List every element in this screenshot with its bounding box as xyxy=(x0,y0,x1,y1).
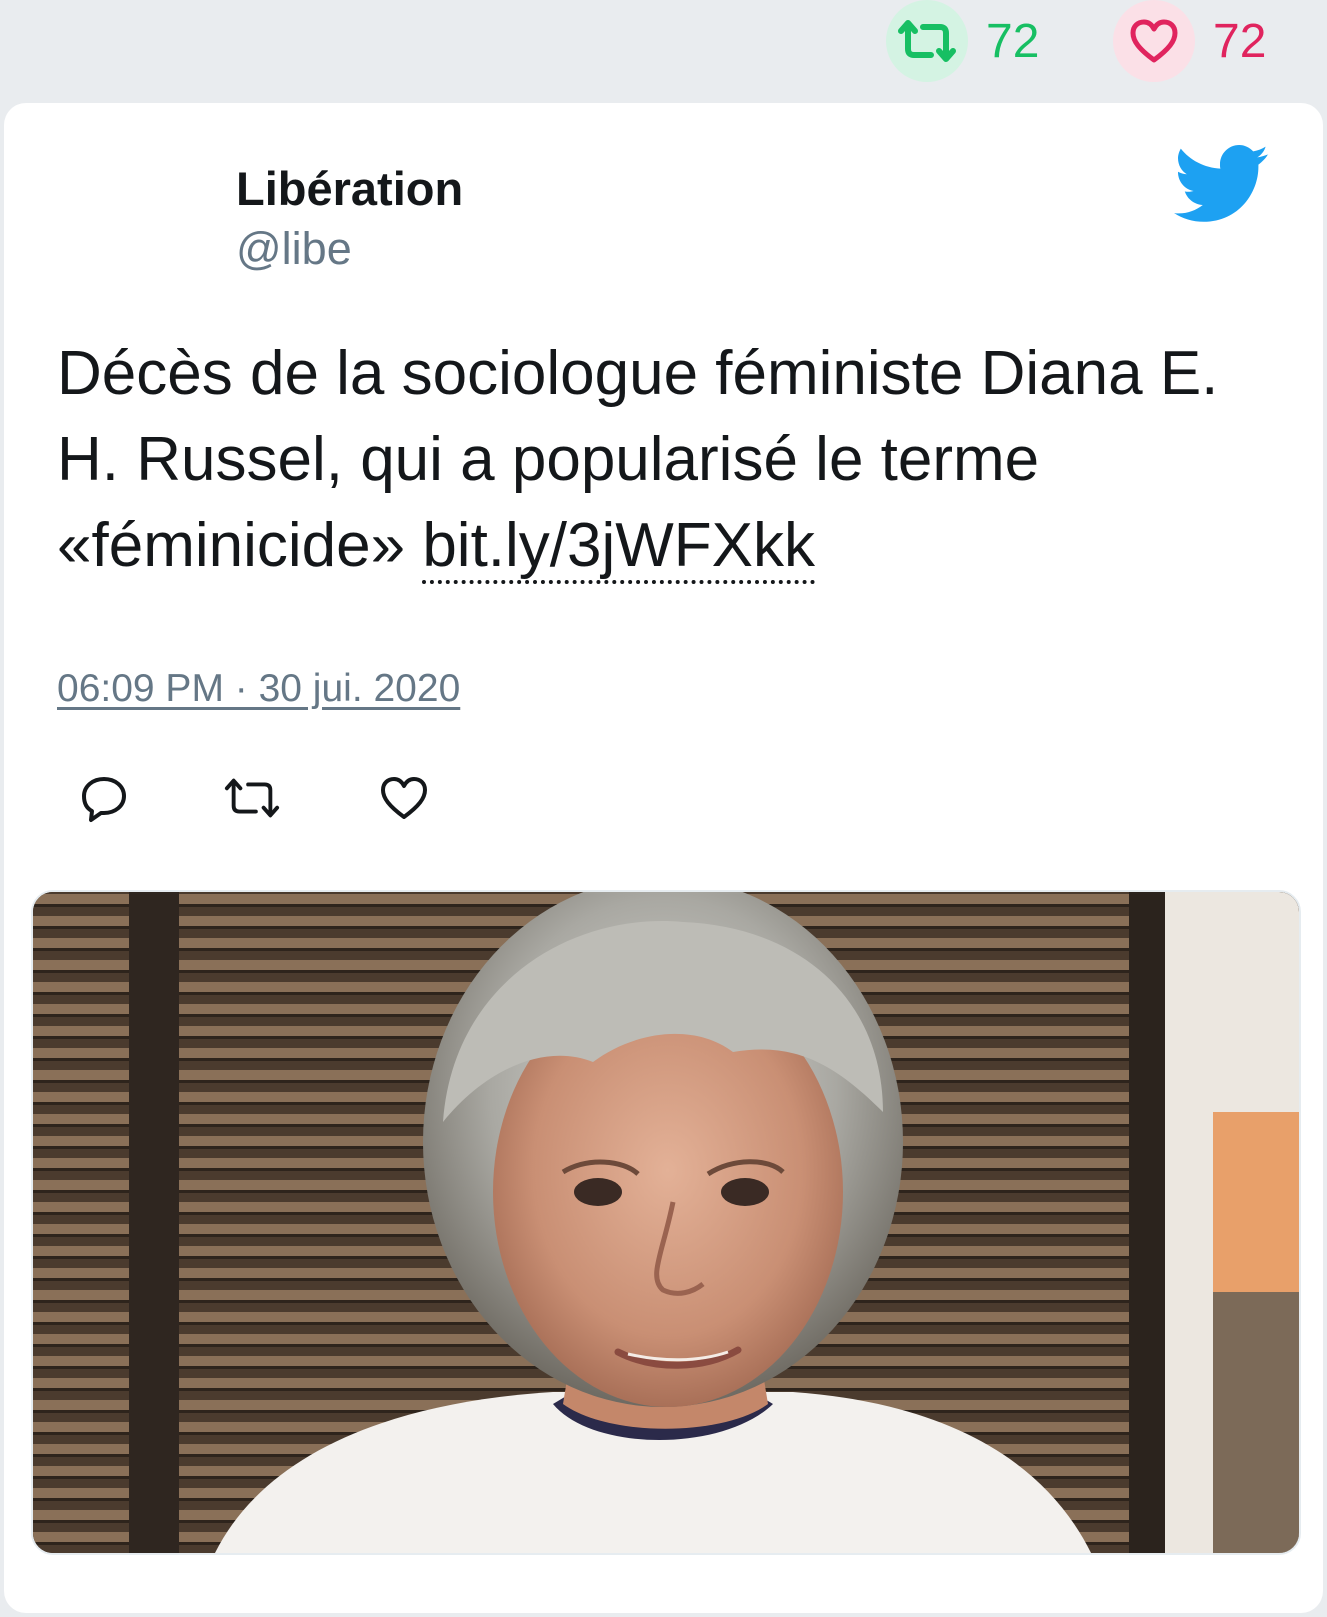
like-stat[interactable]: 72 xyxy=(1113,0,1266,82)
tweet-photo[interactable] xyxy=(31,890,1301,1555)
author-handle[interactable]: @libe xyxy=(236,223,352,275)
tweet-text: Décès de la sociologue féministe Diana E… xyxy=(57,331,1287,589)
retweet-icon[interactable] xyxy=(886,0,968,82)
like-count: 72 xyxy=(1213,14,1267,68)
retweet-icon[interactable] xyxy=(222,768,282,828)
tweet-link[interactable]: bit.ly/3jWFXkk xyxy=(422,511,816,584)
retweet-stat[interactable]: 72 xyxy=(886,0,1039,82)
heart-icon[interactable] xyxy=(374,768,434,828)
heart-icon[interactable] xyxy=(1113,0,1195,82)
engagement-summary: 72 72 xyxy=(0,0,1327,100)
author-name[interactable]: Libération xyxy=(236,161,463,216)
retweet-count: 72 xyxy=(986,14,1040,68)
tweet-card: Libération @libe Décès de la sociologue … xyxy=(4,103,1323,1613)
reply-icon[interactable] xyxy=(74,768,134,828)
tweet-timestamp[interactable]: 06:09 PM · 30 jui. 2020 xyxy=(57,667,460,711)
twitter-bird-icon[interactable] xyxy=(1174,145,1270,225)
